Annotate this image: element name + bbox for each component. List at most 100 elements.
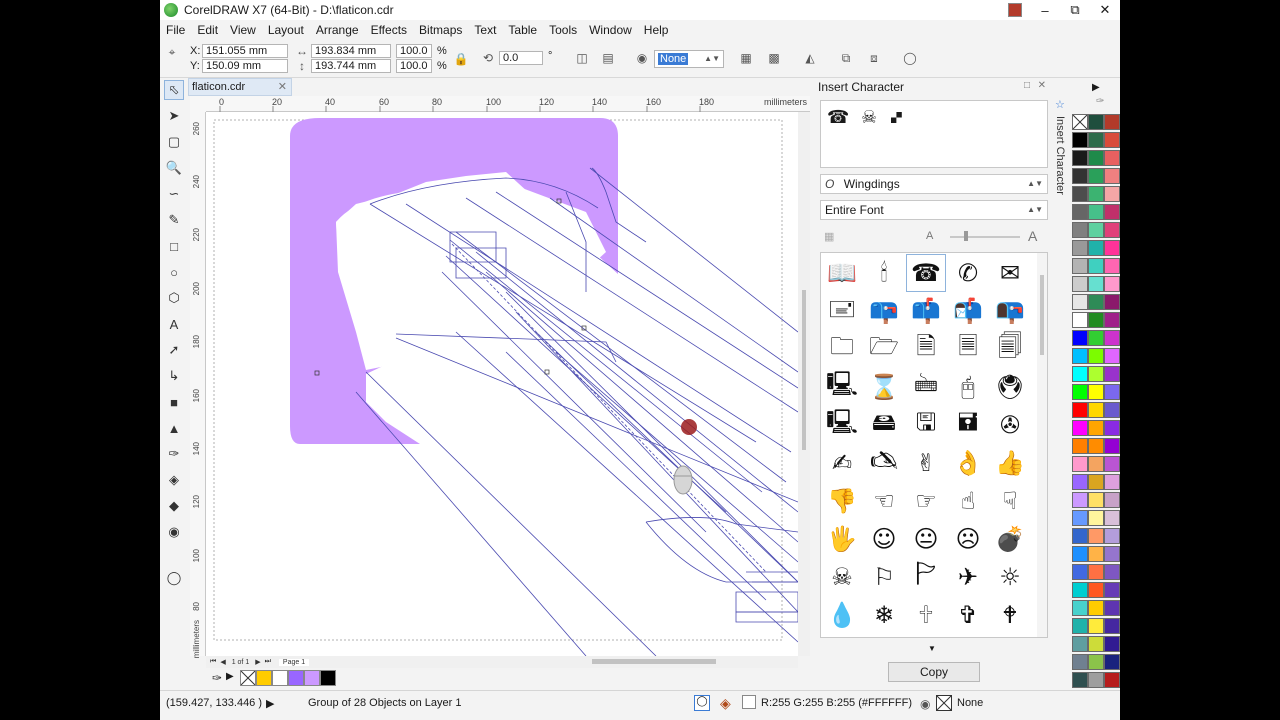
mirror-horizontal-icon[interactable]: ◫	[574, 50, 590, 66]
glyph-cell[interactable]: ☹	[949, 521, 987, 557]
x-position-field[interactable]: 151.055 mm	[202, 44, 288, 58]
scale-x-field[interactable]: 100.0	[396, 44, 432, 58]
palette-color-swatch[interactable]	[1072, 582, 1088, 598]
char-size-slider-thumb[interactable]	[964, 231, 968, 241]
palette-color-swatch[interactable]	[1104, 438, 1120, 454]
ellipse-tool-icon[interactable]: ○	[164, 262, 184, 282]
docker-expand-icon[interactable]: □	[1024, 80, 1030, 91]
palette-color-swatch[interactable]	[1104, 240, 1120, 256]
palette-color-swatch[interactable]	[1072, 240, 1088, 256]
glyph-cell[interactable]: 🖎	[865, 445, 903, 481]
palette-color-swatch[interactable]	[1072, 348, 1088, 364]
docker-close-icon[interactable]: ✕	[1038, 80, 1046, 91]
palette-scroll-right-icon[interactable]: ▶	[1092, 82, 1100, 93]
palette-color-swatch[interactable]	[1088, 312, 1104, 328]
user-avatar[interactable]	[1000, 0, 1030, 20]
palette-color-swatch[interactable]	[1088, 114, 1104, 130]
palette-color-swatch[interactable]	[1072, 438, 1088, 454]
palette-color-swatch[interactable]	[1072, 366, 1088, 382]
palette-color-swatch[interactable]	[1104, 276, 1120, 292]
glyph-cell[interactable]: ☎	[906, 254, 946, 292]
glyph-cell[interactable]: 🕯	[865, 255, 903, 291]
palette-color-swatch[interactable]	[1104, 654, 1120, 670]
menu-layout[interactable]: Layout	[262, 20, 310, 40]
filter-icon[interactable]: ▦	[824, 230, 834, 243]
glyph-cell[interactable]: 🖳	[823, 369, 861, 405]
palette-color-swatch[interactable]	[1088, 636, 1104, 652]
glyph-cell[interactable]: 🖴	[865, 407, 903, 443]
document-tab[interactable]: flaticon.cdr ✕	[188, 78, 292, 96]
y-position-field[interactable]: 150.09 mm	[202, 59, 288, 73]
menu-table[interactable]: Table	[502, 20, 543, 40]
palette-color-swatch[interactable]	[1088, 186, 1104, 202]
eyedropper-icon[interactable]: ✑	[1096, 96, 1104, 107]
horizontal-ruler[interactable]: 0 20 40 60 80 100 120 140 160 180 millim…	[206, 96, 810, 112]
palette-color-swatch[interactable]	[1104, 420, 1120, 436]
glyph-cell[interactable]: ✞	[949, 597, 987, 633]
glyph-cell[interactable]: 🏱	[907, 559, 945, 595]
glyph-cell[interactable]: 📪	[865, 293, 903, 329]
palette-color-swatch[interactable]	[1104, 582, 1120, 598]
palette-color-swatch[interactable]	[1104, 636, 1120, 652]
dimension-tool-icon[interactable]: ➚	[164, 340, 184, 360]
palette-color-swatch[interactable]	[1072, 330, 1088, 346]
palette-color-swatch[interactable]	[1088, 132, 1104, 148]
palette-color-swatch[interactable]	[1088, 438, 1104, 454]
glyph-cell[interactable]: 📬	[949, 293, 987, 329]
palette-color-swatch[interactable]	[1072, 168, 1088, 184]
palette-color-swatch[interactable]	[1104, 402, 1120, 418]
palette-color-swatch[interactable]	[1072, 528, 1088, 544]
palette-menu-icon[interactable]: ▶	[226, 671, 234, 682]
palette-color-swatch[interactable]	[1088, 528, 1104, 544]
outline-width-select[interactable]: None ▲▼	[654, 50, 724, 68]
palette-color-swatch[interactable]	[1104, 132, 1120, 148]
copy-button[interactable]: Copy	[888, 662, 980, 682]
subset-select[interactable]: Entire Font ▲▼	[820, 200, 1048, 220]
palette-color-swatch[interactable]	[1072, 546, 1088, 562]
palette-color-swatch[interactable]	[1104, 546, 1120, 562]
palette-color-swatch[interactable]	[1072, 276, 1088, 292]
palette-color-swatch[interactable]	[1072, 636, 1088, 652]
fill-color-swatch[interactable]	[742, 695, 756, 709]
palette-color-swatch[interactable]	[1088, 492, 1104, 508]
menu-effects[interactable]: Effects	[365, 20, 413, 40]
connector-tool-icon[interactable]: ↳	[164, 366, 184, 386]
glyph-cell[interactable]: 🗎	[907, 331, 945, 367]
insert-character-tab[interactable]: Insert Character	[1054, 116, 1066, 195]
glyph-cell[interactable]: ☟	[991, 483, 1029, 519]
palette-color-swatch[interactable]	[1088, 348, 1104, 364]
smart-fill-tool-icon[interactable]: ◆	[164, 496, 184, 516]
palette-color-swatch[interactable]	[1104, 258, 1120, 274]
outline-pen-tool-icon[interactable]: ◉	[164, 522, 184, 542]
palette-color-swatch[interactable]	[1104, 492, 1120, 508]
scale-y-field[interactable]: 100.0	[396, 59, 432, 73]
palette-color-swatch[interactable]	[1104, 384, 1120, 400]
palette-color-swatch[interactable]	[1104, 168, 1120, 184]
next-page-icon[interactable]: ▶	[255, 658, 260, 666]
palette-color-swatch[interactable]	[1088, 294, 1104, 310]
glyph-cell[interactable]: 🖳	[823, 407, 861, 443]
trim-icon[interactable]: ⧈	[866, 50, 882, 66]
palette-color-swatch[interactable]	[1104, 564, 1120, 580]
palette-color-swatch[interactable]	[1088, 204, 1104, 220]
palette-color-swatch[interactable]	[1072, 294, 1088, 310]
palette-color-swatch[interactable]	[1088, 654, 1104, 670]
palette-color-swatch[interactable]	[1072, 204, 1088, 220]
palette-color-swatch[interactable]	[1088, 564, 1104, 580]
palette-color-swatch[interactable]	[1072, 474, 1088, 490]
glyph-cell[interactable]: 🕈	[991, 597, 1029, 633]
palette-color-swatch[interactable]	[1088, 582, 1104, 598]
glyph-cell[interactable]: ☺	[865, 521, 903, 557]
palette-color-swatch[interactable]	[1072, 402, 1088, 418]
palette-color-swatch[interactable]	[1072, 510, 1088, 526]
glyph-cell[interactable]: 🗀	[823, 331, 861, 367]
artistic-media-tool-icon[interactable]: ✎	[164, 210, 184, 230]
palette-color-swatch[interactable]	[1104, 150, 1120, 166]
glyph-cell[interactable]: ✍	[823, 445, 861, 481]
first-page-icon[interactable]: ⏮	[210, 658, 216, 666]
palette-color-swatch[interactable]	[1088, 420, 1104, 436]
transparency-tool-icon[interactable]: ▲	[164, 418, 184, 438]
prev-page-icon[interactable]: ◀	[220, 658, 225, 666]
menu-bitmaps[interactable]: Bitmaps	[413, 20, 468, 40]
char-size-slider[interactable]	[950, 236, 1020, 238]
